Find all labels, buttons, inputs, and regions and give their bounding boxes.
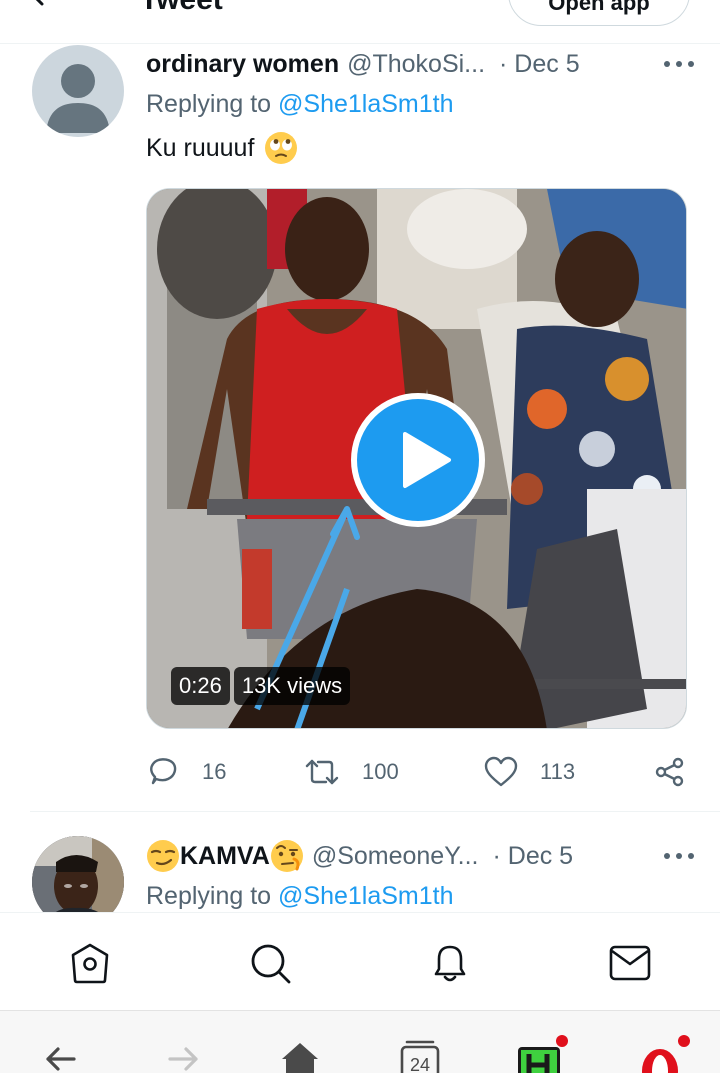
tabs-icon: 24 <box>400 1040 440 1073</box>
user-handle[interactable]: @SomeoneY... <box>312 842 479 871</box>
video-player[interactable]: 0:26 13K views <box>146 188 687 729</box>
tweet-date[interactable]: · Dec 5 <box>499 50 580 79</box>
tweet-header: ordinary women @ThokoSi... · Dec 5 <box>146 48 696 80</box>
browser-forward-button[interactable] <box>158 1035 206 1073</box>
tweet-header: KAMVA @SomeoneY... · Dec 5 <box>146 840 696 872</box>
replying-to: Replying to @She1laSm1th <box>146 882 454 911</box>
browser-back-button[interactable] <box>38 1035 86 1073</box>
reply-button[interactable]: 16 <box>146 750 226 794</box>
replying-to: Replying to @She1laSm1th <box>146 90 454 119</box>
reply-mention-link[interactable]: @She1laSm1th <box>278 90 453 118</box>
default-avatar-icon <box>46 64 110 133</box>
reply-mention-link[interactable]: @She1laSm1th <box>278 882 453 910</box>
play-icon <box>403 432 451 488</box>
tab-search[interactable] <box>248 941 292 985</box>
open-app-button[interactable]: Open app <box>508 0 690 26</box>
share-button[interactable] <box>654 750 686 794</box>
opera-menu-button[interactable] <box>636 1035 690 1073</box>
h-app-icon <box>518 1035 568 1073</box>
tab-home[interactable] <box>68 941 112 985</box>
tweet-actions: 16 100 113 <box>146 750 696 794</box>
share-icon <box>655 757 684 787</box>
search-icon <box>251 944 291 984</box>
back-arrow-icon[interactable] <box>28 0 58 12</box>
display-name[interactable]: KAMVA <box>180 842 270 871</box>
smirking-face-emoji-icon <box>147 840 179 872</box>
video-views: 13K views <box>233 667 351 705</box>
browser-toolbar: 24 <box>0 1010 720 1073</box>
play-button[interactable] <box>351 393 485 527</box>
home-icon <box>282 1043 318 1073</box>
back-icon <box>46 1047 76 1071</box>
more-options-icon[interactable] <box>662 52 696 76</box>
tweet-body: Ku ruuuuf <box>146 133 255 162</box>
reply-icon <box>150 758 177 785</box>
replying-prefix: Replying to <box>146 882 272 910</box>
display-name[interactable]: ordinary women <box>146 50 339 79</box>
tab-notifications[interactable] <box>428 941 472 985</box>
retweet-count: 100 <box>362 759 399 784</box>
more-options-icon[interactable] <box>662 844 696 868</box>
bottom-tab-bar <box>0 912 720 1010</box>
replying-prefix: Replying to <box>146 90 272 118</box>
browser-home-button[interactable] <box>276 1035 324 1073</box>
tab-count: 24 <box>410 1055 430 1073</box>
heart-icon <box>484 756 518 787</box>
rolling-eyes-emoji-icon <box>265 132 298 164</box>
retweet-icon <box>305 759 339 785</box>
tweet-date[interactable]: · Dec 5 <box>493 842 574 871</box>
video-info-badge: 0:26 13K views <box>171 667 351 705</box>
tab-messages[interactable] <box>608 941 652 985</box>
like-button[interactable]: 113 <box>484 750 575 794</box>
home-icon <box>71 943 109 984</box>
notifications-icon <box>434 945 466 982</box>
page-title: Tweet <box>140 0 223 15</box>
top-bar: Tweet Open app <box>0 0 720 44</box>
browser-tabs-button[interactable]: 24 <box>396 1035 444 1073</box>
tweet-text: Ku ruuuuf <box>146 131 298 165</box>
tweet-divider <box>30 811 720 812</box>
forward-icon <box>168 1047 198 1071</box>
raised-eyebrow-emoji-icon <box>270 840 303 872</box>
like-count: 113 <box>540 759 576 784</box>
messages-icon <box>609 945 651 981</box>
video-duration: 0:26 <box>171 667 230 705</box>
user-handle[interactable]: @ThokoSi... <box>347 50 485 79</box>
opera-icon <box>642 1035 690 1073</box>
h-app-button[interactable] <box>516 1035 568 1073</box>
reply-count: 16 <box>202 759 227 784</box>
retweet-button[interactable]: 100 <box>304 750 399 794</box>
avatar[interactable] <box>32 45 124 137</box>
